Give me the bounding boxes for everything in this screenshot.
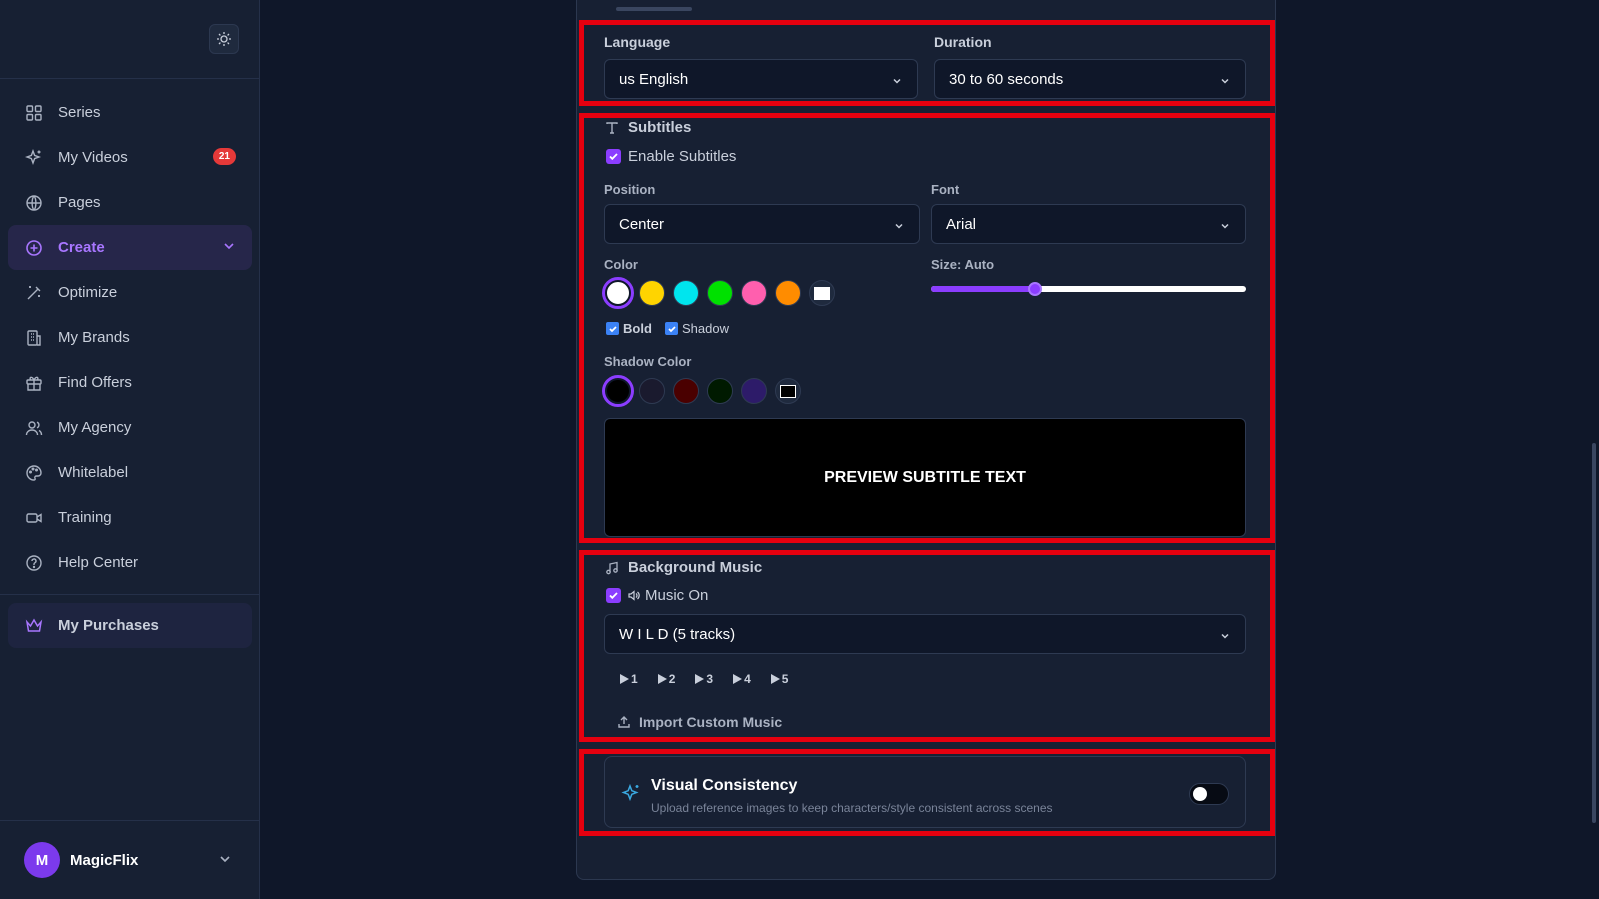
sidebar-divider <box>0 594 260 595</box>
highlight-box-language <box>579 20 1275 106</box>
sidebar-item-create[interactable]: Create <box>8 225 252 270</box>
sidebar-item-label: My Videos <box>58 149 128 166</box>
help-circle-icon <box>24 553 44 573</box>
user-menu[interactable]: M MagicFlix <box>24 842 138 878</box>
users-icon <box>24 418 44 438</box>
user-name: MagicFlix <box>70 851 139 869</box>
crown-icon <box>24 616 44 636</box>
sidebar-item-label: My Agency <box>58 419 132 436</box>
sidebar-divider <box>0 78 260 79</box>
chevron-down-icon[interactable] <box>218 852 232 871</box>
sidebar-item-my-agency[interactable]: My Agency <box>8 405 252 450</box>
sidebar-item-label: Create <box>58 239 105 256</box>
sun-icon <box>217 32 231 46</box>
sidebar: Series My Videos 21 Pages Create Optimiz… <box>0 0 260 899</box>
sidebar-item-label: Find Offers <box>58 374 132 391</box>
sidebar-divider <box>0 820 260 821</box>
sparkles-icon <box>24 148 44 168</box>
horizontal-scrollbar[interactable] <box>604 6 1244 12</box>
highlight-box-music <box>579 550 1275 742</box>
sidebar-item-label: Optimize <box>58 284 118 301</box>
sidebar-item-label: My Brands <box>58 329 130 346</box>
sidebar-item-series[interactable]: Series <box>8 90 252 135</box>
sidebar-item-my-videos[interactable]: My Videos 21 <box>8 135 252 180</box>
sidebar-item-label: Series <box>58 104 101 121</box>
sidebar-item-label: Pages <box>58 194 101 211</box>
sidebar-item-whitelabel[interactable]: Whitelabel <box>8 450 252 495</box>
video-count-badge: 21 <box>212 148 236 165</box>
sidebar-item-label: Whitelabel <box>58 464 129 481</box>
chevron-down-icon <box>222 239 236 257</box>
vertical-scrollbar[interactable] <box>1592 443 1596 823</box>
gift-icon <box>24 373 44 393</box>
grid-icon <box>24 103 44 123</box>
sidebar-item-pages[interactable]: Pages <box>8 180 252 225</box>
sidebar-item-help-center[interactable]: Help Center <box>8 540 252 585</box>
sidebar-item-find-offers[interactable]: Find Offers <box>8 360 252 405</box>
globe-icon <box>24 193 44 213</box>
highlight-box-visual-consistency <box>579 749 1275 836</box>
video-camera-icon <box>24 508 44 528</box>
plus-circle-icon <box>24 238 44 258</box>
palette-icon <box>24 463 44 483</box>
sidebar-item-training[interactable]: Training <box>8 495 252 540</box>
highlight-box-subtitles <box>579 113 1275 543</box>
sidebar-nav: Series My Videos 21 Pages Create Optimiz… <box>8 90 252 585</box>
building-icon <box>24 328 44 348</box>
avatar: M <box>24 842 60 878</box>
sidebar-item-my-purchases[interactable]: My Purchases <box>8 603 252 648</box>
sidebar-item-label: Help Center <box>58 554 139 571</box>
theme-toggle-button[interactable] <box>209 24 239 54</box>
wand-icon <box>24 283 44 303</box>
sidebar-item-label: My Purchases <box>58 617 159 634</box>
sidebar-item-optimize[interactable]: Optimize <box>8 270 252 315</box>
sidebar-item-my-brands[interactable]: My Brands <box>8 315 252 360</box>
sidebar-item-label: Training <box>58 509 112 526</box>
